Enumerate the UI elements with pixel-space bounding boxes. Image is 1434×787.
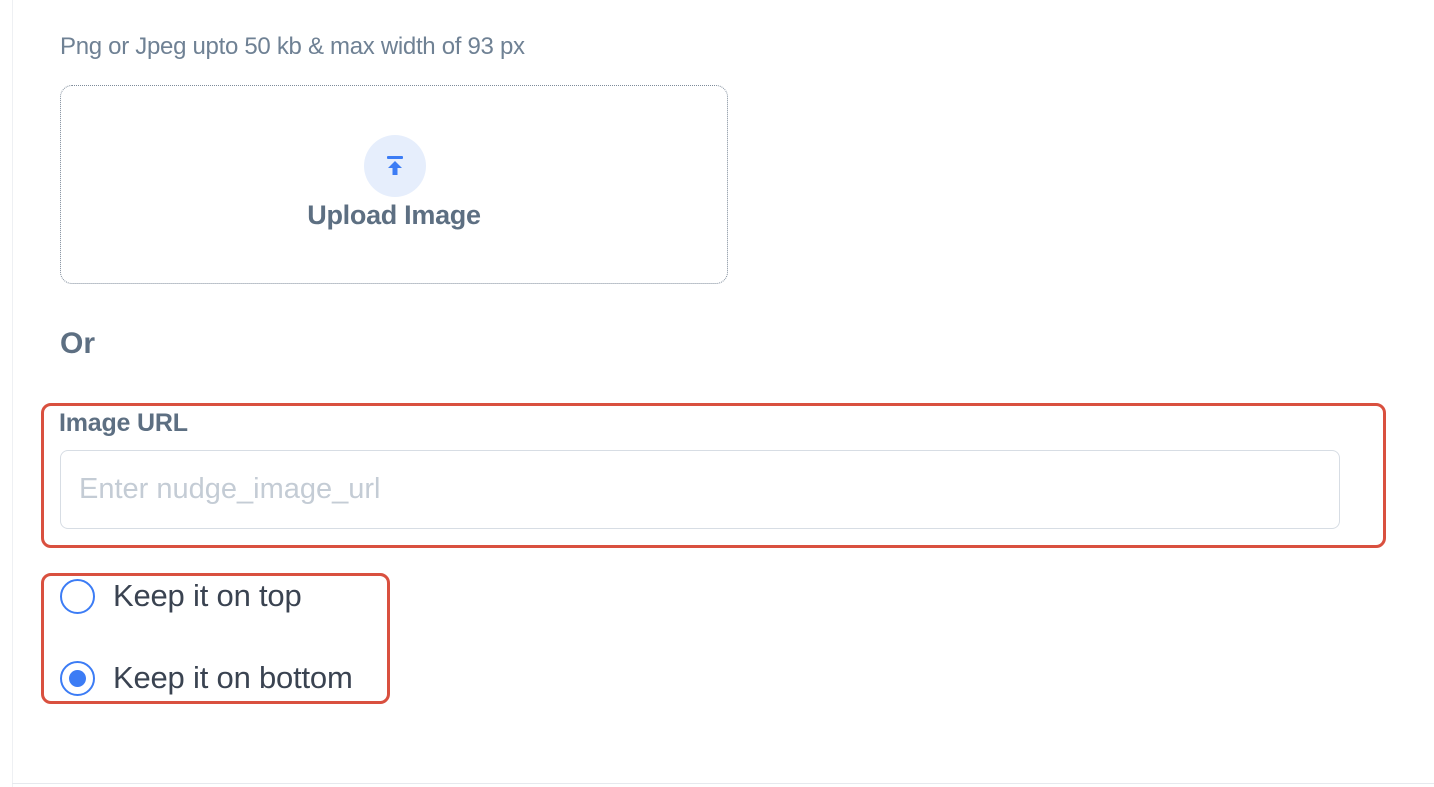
upload-hint: Png or Jpeg upto 50 kb & max width of 93…	[60, 33, 525, 60]
upload-image-label: Upload Image	[307, 200, 481, 230]
radio-keep-on-top-label: Keep it on top	[113, 578, 302, 613]
image-url-input[interactable]	[60, 450, 1340, 529]
upload-arrow-icon	[364, 135, 426, 197]
radio-button-selected[interactable]	[60, 660, 95, 696]
image-url-label: Image URL	[59, 409, 188, 437]
radio-button-unselected[interactable]	[60, 578, 95, 614]
panel-bottom-border	[12, 783, 1434, 784]
upload-image-dropzone[interactable]: Upload Image	[60, 85, 728, 284]
radio-keep-on-bottom[interactable]: Keep it on bottom	[60, 660, 353, 696]
or-separator: Or	[60, 327, 96, 360]
image-settings-panel: Png or Jpeg upto 50 kb & max width of 93…	[0, 0, 1434, 787]
radio-keep-on-top[interactable]: Keep it on top	[60, 578, 302, 614]
panel-left-border	[12, 0, 13, 787]
radio-keep-on-bottom-label: Keep it on bottom	[113, 660, 353, 695]
radio-selected-dot	[69, 669, 86, 687]
